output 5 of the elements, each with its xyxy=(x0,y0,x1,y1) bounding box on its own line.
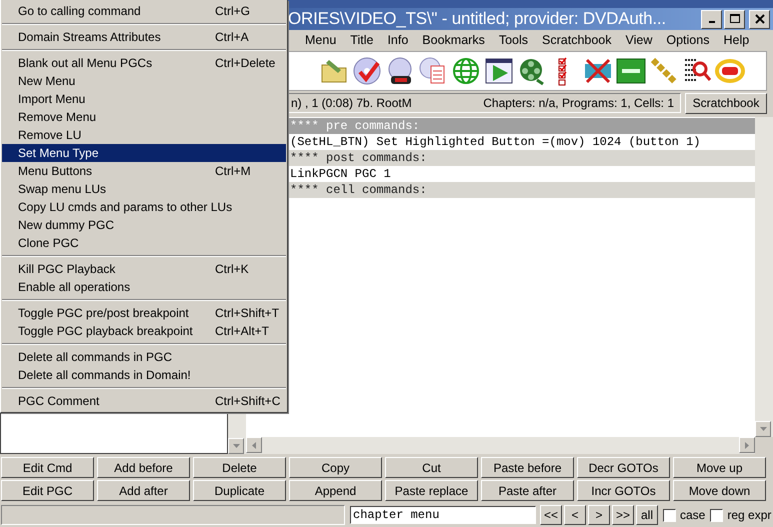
status-text: n) , 1 (0:08) 7b. RootM xyxy=(291,96,412,110)
window-title: ORIES\VIDEO_TS\" - untitled; provider: DVDAuth... xyxy=(288,9,667,29)
checkbox-label: reg expr xyxy=(727,508,772,522)
counts-text: Chapters: n/a, Programs: 1, Cells: 1 xyxy=(483,96,674,110)
checkbox-label: case xyxy=(680,508,706,522)
